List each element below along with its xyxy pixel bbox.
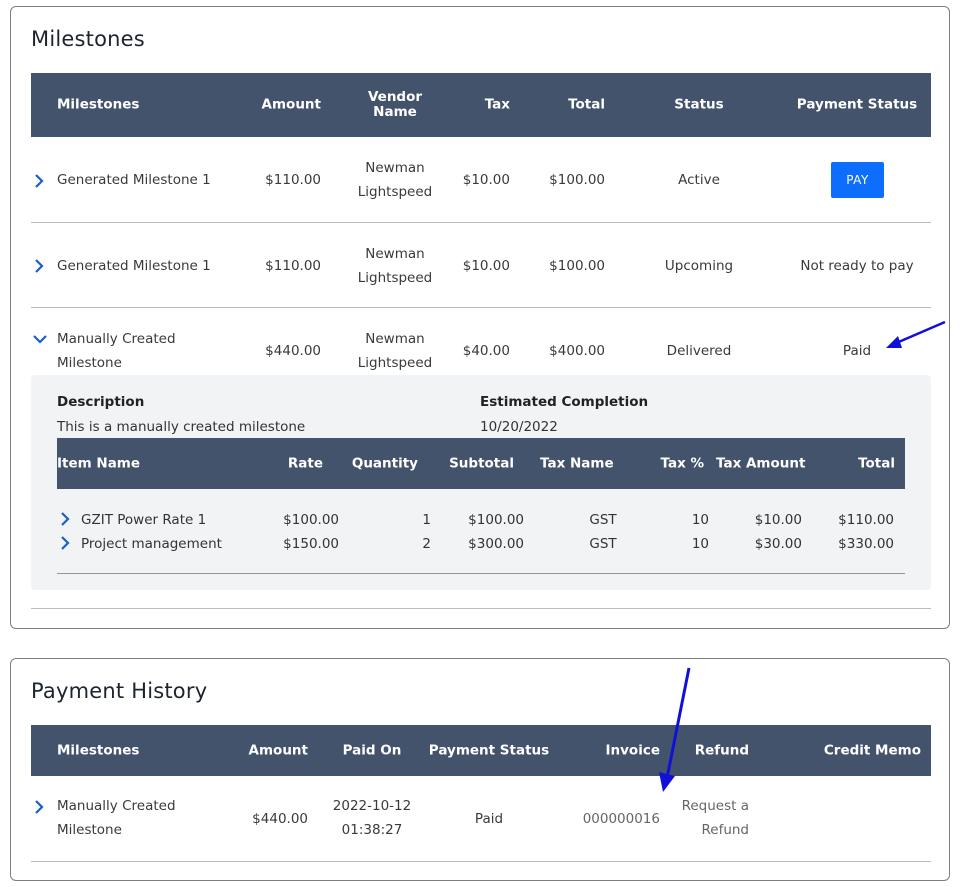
milestone-tax: $10.00 [462,172,510,188]
item-name: Project management [81,536,222,552]
col-rate: Rate [287,455,323,471]
milestone-detail-panel: Description This is a manually created m… [31,375,931,590]
payment-status: Not ready to pay [800,258,914,274]
estimated-completion-label: Estimated Completion [480,394,649,410]
table-row[interactable]: Manually Created Milestone $440.00 2022-… [31,776,931,862]
col-payment-status: Payment Status [428,742,550,758]
col-subtotal: Subtotal [449,455,514,471]
chevron-right-icon[interactable] [33,174,45,188]
chevron-down-icon[interactable] [33,333,47,345]
milestone-name: Generated Milestone 1 [57,258,211,274]
item-rate: $150.00 [283,536,339,552]
divider [57,573,905,574]
milestones-card: Milestones Milestones Amount Vendor Name… [10,6,950,629]
col-tax-pct: Tax % [660,455,704,471]
col-line-total: Total [858,455,895,471]
history-amount: $440.00 [252,811,308,827]
payment-history-card: Payment History Milestones Amount Paid O… [10,658,950,881]
payment-history-title: Payment History [31,679,208,703]
chevron-right-icon[interactable] [33,800,45,814]
col-amount: Amount [248,742,308,758]
milestone-total: $100.00 [549,258,605,274]
col-tax-name: Tax Name [540,455,614,471]
vendor-name: Newman Lightspeed [357,246,433,286]
item-rate: $100.00 [283,512,339,528]
estimated-completion-value: 10/20/2022 [480,419,558,435]
item-subtotal: $100.00 [468,512,524,528]
milestones-table-header: Milestones Amount Vendor Name Tax Total … [31,73,931,137]
item-tax-name: GST [589,512,617,528]
milestone-name: Generated Milestone 1 [57,172,211,188]
item-total: $330.00 [838,536,894,552]
item-quantity: 1 [422,512,431,528]
table-row[interactable]: Generated Milestone 1 $110.00 Newman Lig… [31,223,931,308]
milestone-amount: $110.00 [265,172,321,188]
milestones-title: Milestones [31,27,145,51]
vendor-name: Newman Lightspeed [357,160,433,200]
pay-button[interactable]: PAY [831,162,884,198]
col-paid-on: Paid On [342,742,402,758]
request-refund-link[interactable]: Request a Refund [659,794,749,842]
status-badge: Active [678,172,720,188]
item-name: GZIT Power Rate 1 [81,512,207,528]
item-tax-name: GST [589,536,617,552]
col-quantity: Quantity [351,455,418,471]
status-badge: Delivered [666,343,732,359]
chevron-right-icon[interactable] [33,259,45,273]
col-tax: Tax [484,96,510,113]
milestone-name: Manually Created Milestone [57,331,176,371]
milestone-tax: $10.00 [462,258,510,274]
col-milestones: Milestones [57,96,140,113]
invoice-link[interactable]: 000000016 [560,807,660,831]
col-total: Total [568,96,605,113]
milestone-amount: $440.00 [265,343,321,359]
payment-history-table-header: Milestones Amount Paid On Payment Status… [31,725,931,776]
history-paid-on: 2022-10-12 01:38:27 [332,798,412,838]
arrow-annotation [886,320,946,348]
col-tax-amount: Tax Amount [716,455,806,471]
milestone-tax: $40.00 [462,343,510,359]
milestone-total: $400.00 [549,343,605,359]
item-tax-amount: $30.00 [754,536,802,552]
item-tax-amount: $10.00 [754,512,802,528]
milestone-amount: $110.00 [265,258,321,274]
status-badge: Upcoming [664,258,734,274]
item-subtotal: $300.00 [468,536,524,552]
col-milestones: Milestones [57,742,140,758]
col-status: Status [674,96,724,113]
milestone-total: $100.00 [549,172,605,188]
vendor-name: Newman Lightspeed [357,331,433,371]
item-total: $110.00 [838,512,894,528]
col-amount: Amount [261,96,321,113]
chevron-right-icon[interactable] [59,512,71,526]
line-items-header: Item Name Rate Quantity Subtotal Tax Nam… [57,438,905,489]
divider [31,608,931,609]
col-payment-status: Payment Status [796,96,918,113]
item-tax-pct: 10 [691,536,709,552]
history-milestone-name: Manually Created Milestone [57,798,176,838]
table-row[interactable]: Generated Milestone 1 $110.00 Newman Lig… [31,137,931,223]
col-item-name: Item Name [57,455,141,471]
history-payment-status: Paid [474,811,504,827]
col-credit-memo: Credit Memo [823,742,921,758]
item-quantity: 2 [422,536,431,552]
col-invoice: Invoice [605,742,661,758]
arrow-annotation [659,667,691,792]
description-label: Description [57,394,145,410]
item-tax-pct: 10 [691,512,709,528]
chevron-right-icon[interactable] [59,536,71,550]
col-vendor-name: Vendor Name [367,89,423,120]
description-value: This is a manually created milestone [57,419,306,435]
